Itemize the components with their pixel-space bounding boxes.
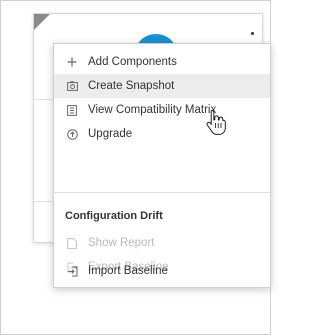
menu-item-label: Import Baseline <box>88 265 168 277</box>
plus-icon <box>66 56 78 68</box>
menu-item-label: View Compatibility Matrix <box>88 104 217 116</box>
menu-item-label: Create Snapshot <box>88 80 175 92</box>
menu-item-label: Show Report <box>88 237 155 249</box>
show-report-menu-item[interactable]: Show Report <box>54 231 270 255</box>
upgrade-icon <box>66 128 78 140</box>
card-actions-menu: Add Components Create Snapshot View Comp… <box>53 43 271 288</box>
add-components-menu-item[interactable]: Add Components <box>54 50 270 74</box>
matrix-icon <box>66 104 78 116</box>
import-icon <box>66 265 78 277</box>
report-icon <box>66 237 78 249</box>
create-snapshot-menu-item[interactable]: Create Snapshot <box>54 74 270 98</box>
menu-item-label: Add Components <box>88 56 177 68</box>
camera-icon <box>66 80 78 92</box>
import-baseline-menu-item[interactable]: Import Baseline <box>54 259 270 283</box>
configuration-drift-header: Configuration Drift <box>65 210 163 222</box>
view-compatibility-matrix-menu-item[interactable]: View Compatibility Matrix <box>54 98 270 122</box>
card-corner-marker <box>34 14 50 30</box>
screenshot-frame: Add Components Create Snapshot View Comp… <box>0 0 271 335</box>
upgrade-menu-item[interactable]: Upgrade <box>54 122 270 146</box>
menu-item-label: Upgrade <box>88 128 133 140</box>
menu-divider <box>54 192 270 193</box>
